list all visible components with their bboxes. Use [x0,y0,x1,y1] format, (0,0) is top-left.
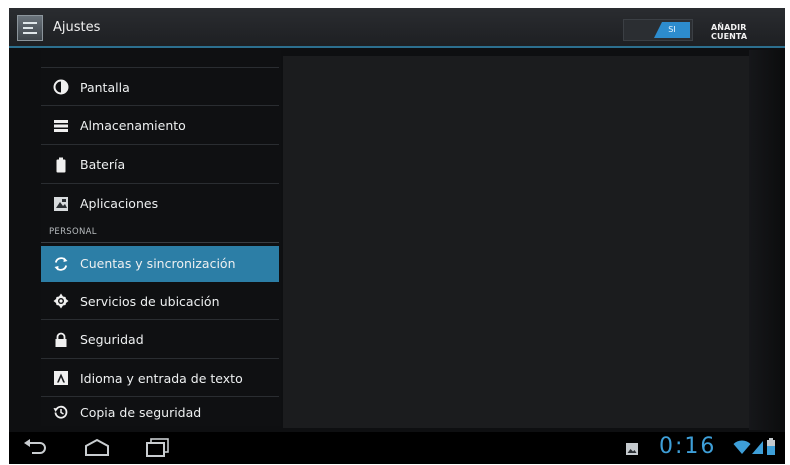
list-item-aplicaciones[interactable]: Aplicaciones [41,185,279,222]
section-divider [41,242,279,243]
brightness-icon [53,79,69,95]
list-item-servicios-ubicacion[interactable]: Servicios de ubicación [41,283,279,320]
list-item-label: Seguridad [80,332,144,347]
home-icon[interactable] [83,438,111,462]
list-item-label: Batería [80,157,126,172]
list-item-label: Idioma y entrada de texto [80,370,243,386]
list-item-label: Aplicaciones [80,196,159,211]
list-item-idioma-entrada[interactable]: Idioma y entrada de texto [41,360,279,397]
gallery-notification-icon[interactable] [625,441,639,460]
list-item-pantalla[interactable]: Pantalla [41,69,279,106]
sync-icon [53,256,69,272]
toggle-on-label: SI [654,22,690,38]
backup-icon [53,404,69,420]
list-scroll-edge [41,50,279,68]
detail-pane-edge [749,50,785,430]
sync-toggle-switch[interactable]: SI [623,19,693,41]
tablet-screen: Ajustes SI AÑADIR CUENTA Pantalla Almace… [9,8,785,464]
list-item-cuentas-sincronizacion[interactable]: Cuentas y sincronización [41,246,279,282]
battery-icon [53,157,69,173]
list-item-label: Servicios de ubicación [80,293,220,309]
keyboard-icon [53,370,69,386]
status-clock: 0:16 [659,434,717,459]
detail-pane [283,56,749,428]
section-header-personal: PERSONAL [49,227,97,237]
list-item-copia-seguridad[interactable]: Copia de seguridad [41,398,279,426]
list-item-label: Copia de seguridad [80,404,202,420]
settings-icon[interactable] [17,15,43,41]
list-item-label: Pantalla [80,79,130,95]
location-icon [53,293,69,309]
settings-list: Pantalla Almacenamiento Batería Aplicaci… [41,50,281,426]
storage-icon [53,118,69,134]
battery-status-icon [766,438,776,460]
signal-icon [752,439,764,459]
wifi-icon [733,439,751,459]
lock-icon [53,332,69,348]
add-account-button[interactable]: AÑADIR CUENTA [711,23,785,41]
list-item-almacenamiento[interactable]: Almacenamiento [41,107,279,145]
apps-icon [53,196,69,212]
back-icon[interactable] [23,438,49,462]
list-item-bateria[interactable]: Batería [41,146,279,184]
recent-apps-icon[interactable] [145,437,171,463]
list-item-label: Cuentas y sincronización [80,256,236,271]
app-title: Ajustes [53,20,101,35]
action-bar-divider [9,46,785,48]
action-bar: Ajustes SI AÑADIR CUENTA [9,8,785,48]
list-item-seguridad[interactable]: Seguridad [41,321,279,359]
system-bar: 0:16 [9,432,785,464]
list-item-label: Almacenamiento [80,118,186,133]
